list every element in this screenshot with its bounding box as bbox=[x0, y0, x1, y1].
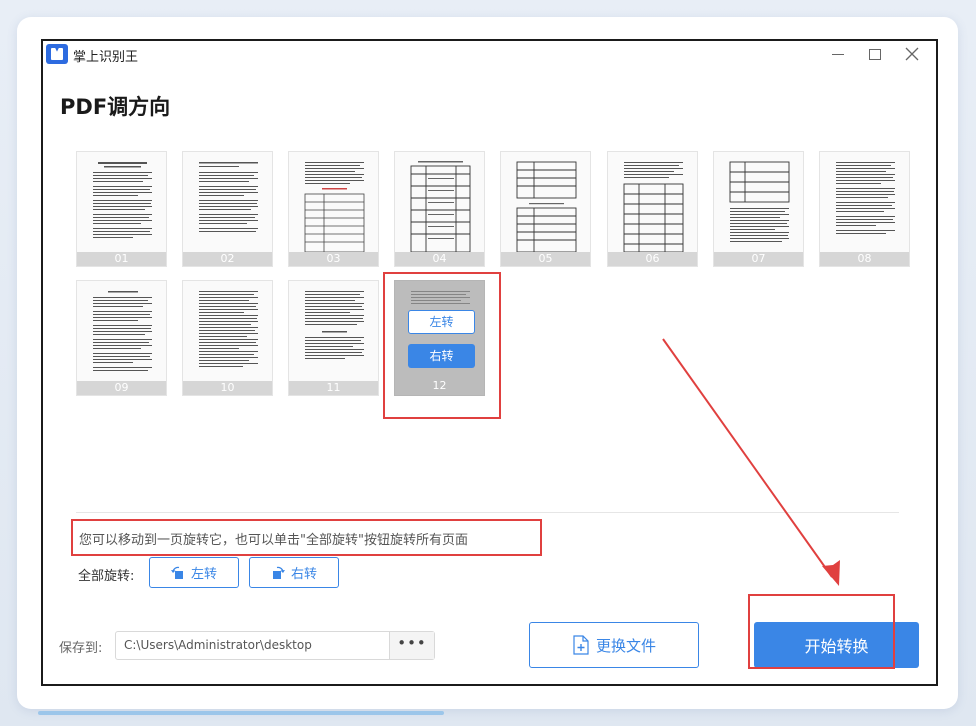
save-path-text: C:\Users\Administrator\desktop bbox=[124, 638, 312, 652]
thumbnail-number: 12 bbox=[395, 379, 484, 393]
thumbnail-number: 03 bbox=[289, 252, 378, 266]
app-title: 掌上识别王 bbox=[73, 50, 139, 65]
page-thumbnail-08[interactable]: 08 bbox=[819, 151, 910, 267]
rotate-all-right-label: 右转 bbox=[290, 567, 317, 582]
rotate-left-button[interactable]: 左转 bbox=[408, 310, 475, 334]
document-page-icon bbox=[93, 291, 152, 371]
change-file-button[interactable]: 更换文件 bbox=[529, 622, 699, 668]
save-to-label: 保存到: bbox=[59, 641, 103, 656]
document-page-icon bbox=[93, 162, 152, 238]
divider bbox=[76, 512, 899, 513]
rotate-right-icon bbox=[272, 566, 285, 579]
rotate-right-button[interactable]: 右转 bbox=[408, 344, 475, 368]
thumbnail-number: 06 bbox=[608, 252, 697, 266]
rotate-left-icon bbox=[170, 566, 183, 579]
page-thumbnail-06[interactable]: 06 bbox=[607, 151, 698, 267]
browse-folder-button[interactable]: ••• bbox=[389, 632, 434, 659]
app-window: 掌上识别王 PDF调方向 01 02 03 04 05 06 07 08 09 … bbox=[41, 39, 938, 686]
annotation-arrow bbox=[662, 338, 840, 586]
thumbnail-number: 11 bbox=[289, 381, 378, 395]
minimize-button[interactable] bbox=[826, 43, 850, 65]
page-thumbnail-09[interactable]: 09 bbox=[76, 280, 167, 396]
document-page-icon bbox=[199, 162, 258, 232]
title-bar: 掌上识别王 bbox=[43, 41, 936, 69]
document-page-icon bbox=[836, 162, 895, 234]
document-page-icon bbox=[623, 162, 684, 253]
close-icon bbox=[905, 47, 919, 61]
thumbnail-number: 04 bbox=[395, 252, 484, 266]
thumbnail-number: 09 bbox=[77, 381, 166, 395]
page-thumbnail-10[interactable]: 10 bbox=[182, 280, 273, 396]
document-page-icon bbox=[410, 161, 471, 253]
thumbnail-number: 08 bbox=[820, 252, 909, 266]
thumbnail-number: 07 bbox=[714, 252, 803, 266]
document-page-icon bbox=[304, 162, 365, 253]
rotate-all-right-button[interactable]: 右转 bbox=[249, 557, 339, 588]
close-button[interactable] bbox=[900, 43, 924, 65]
file-plus-icon bbox=[573, 635, 589, 655]
maximize-button[interactable] bbox=[862, 43, 886, 65]
start-convert-label: 开始转换 bbox=[804, 637, 869, 656]
page-thumbnail-01[interactable]: 01 bbox=[76, 151, 167, 267]
page-title: PDF调方向 bbox=[60, 95, 171, 119]
page-thumbnail-04[interactable]: 04 bbox=[394, 151, 485, 267]
document-page-icon bbox=[199, 291, 258, 367]
rotate-all-left-button[interactable]: 左转 bbox=[149, 557, 239, 588]
rotate-all-label: 全部旋转: bbox=[78, 569, 135, 584]
thumbnail-number: 02 bbox=[183, 252, 272, 266]
save-path-input[interactable]: C:\Users\Administrator\desktop ••• bbox=[115, 631, 435, 660]
progress-underbar bbox=[38, 711, 444, 715]
change-file-label: 更换文件 bbox=[595, 636, 656, 655]
app-logo-icon bbox=[46, 44, 68, 64]
page-thumbnail-02[interactable]: 02 bbox=[182, 151, 273, 267]
document-page-icon bbox=[411, 291, 470, 304]
rotate-all-left-label: 左转 bbox=[190, 567, 217, 582]
page-thumbnail-05[interactable]: 05 bbox=[500, 151, 591, 267]
page-thumbnail-12[interactable]: 左转 右转 12 bbox=[394, 280, 485, 396]
document-page-icon bbox=[516, 161, 577, 253]
document-page-icon bbox=[729, 161, 790, 242]
page-thumbnail-03[interactable]: 03 bbox=[288, 151, 379, 267]
start-convert-button[interactable]: 开始转换 bbox=[754, 622, 919, 668]
thumbnail-number: 10 bbox=[183, 381, 272, 395]
page-thumbnail-07[interactable]: 07 bbox=[713, 151, 804, 267]
thumbnail-number: 05 bbox=[501, 252, 590, 266]
document-page-icon bbox=[305, 291, 364, 359]
hint-text: 您可以移动到一页旋转它，也可以单击"全部旋转"按钮旋转所有页面 bbox=[79, 533, 468, 548]
page-thumbnail-11[interactable]: 11 bbox=[288, 280, 379, 396]
thumbnail-number: 01 bbox=[77, 252, 166, 266]
